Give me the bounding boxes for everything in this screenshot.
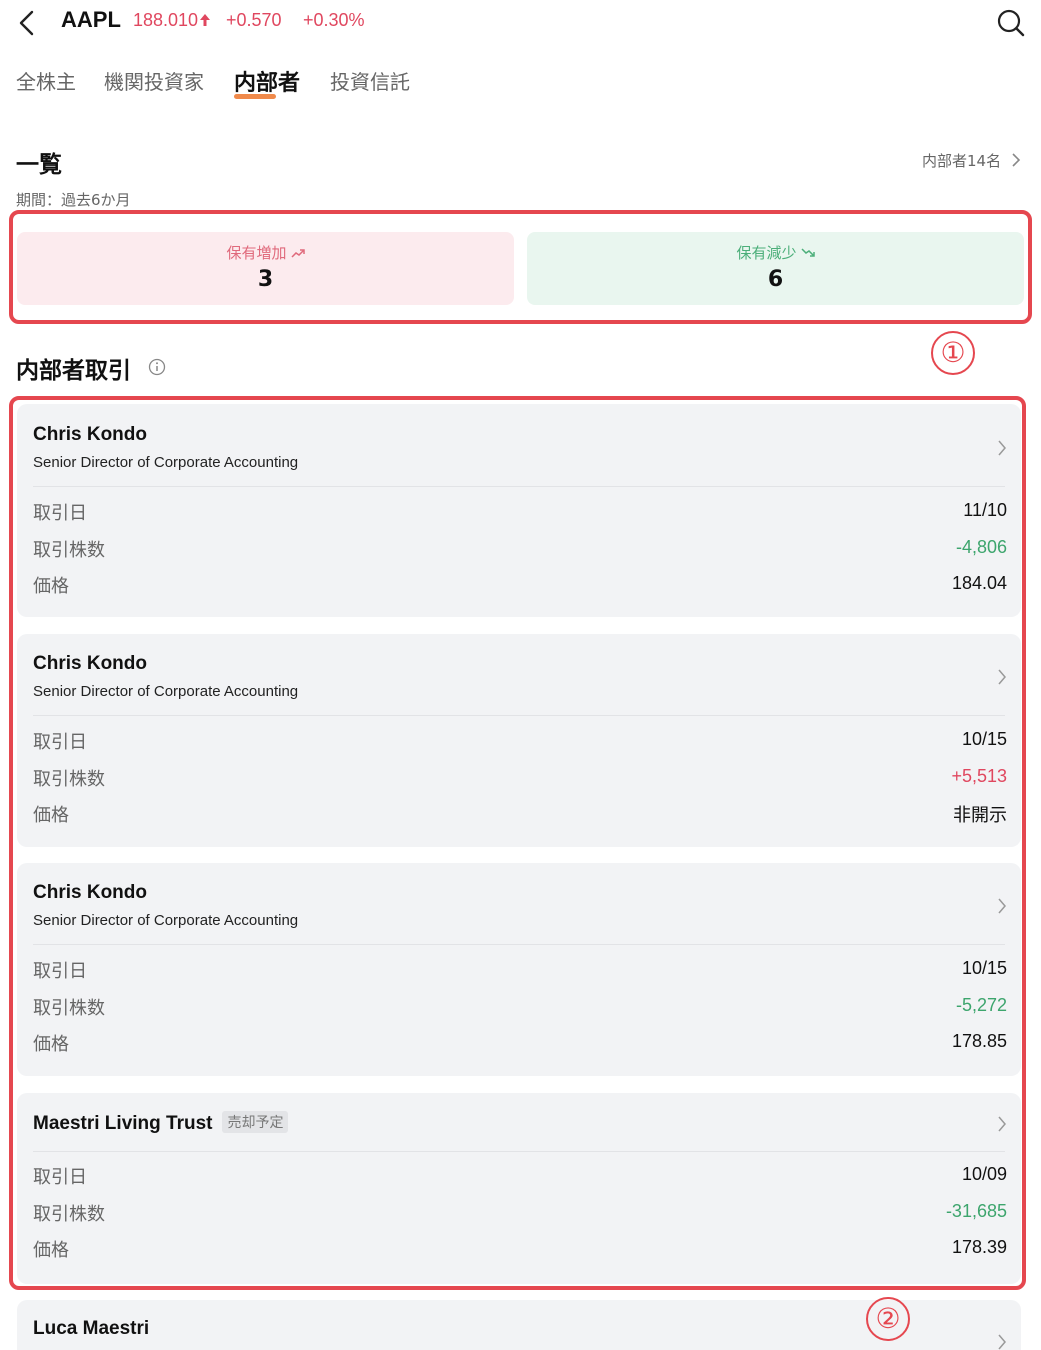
period-label: 期間：過去6か月 [16,191,131,209]
chevron-right-icon [998,1334,1006,1350]
ticker-symbol: AAPL [61,7,121,32]
arrow-up-icon [200,14,211,26]
tab-institutional-investors[interactable]: 機関投資家 [104,66,204,95]
active-tab-indicator [234,94,276,99]
overview-title: 一覧 [16,152,62,178]
annotation-marker-1: ① [931,331,975,375]
price-change: +0.570 [226,10,282,30]
top-bar: AAPL 188.010 +0.570 +0.30% [0,0,1041,46]
search-icon[interactable] [996,8,1026,38]
highlight-box-transactions [9,396,1026,1290]
tab-insiders[interactable]: 内部者 [234,65,300,97]
info-icon[interactable] [148,358,166,376]
price-change-percent: +0.30% [303,10,365,30]
holder-tabs: 全株主 機関投資家 内部者 投資信託 [0,66,1041,106]
chevron-right-icon [1012,153,1021,167]
back-arrow-icon[interactable] [14,8,40,38]
insider-count-link[interactable]: 内部者14名 [922,150,1021,171]
stock-price: 188.010 [133,10,211,31]
insider-name: Luca Maestri [33,1318,150,1339]
annotation-marker-2: ② [866,1297,910,1341]
tab-all-shareholders[interactable]: 全株主 [16,66,76,95]
tab-mutual-funds[interactable]: 投資信託 [330,66,410,95]
insider-count-text: 内部者14名 [922,152,1002,170]
highlight-box-summary [9,210,1032,324]
insider-transactions-title: 内部者取引 [16,358,131,384]
price-value: 188.010 [133,10,199,30]
